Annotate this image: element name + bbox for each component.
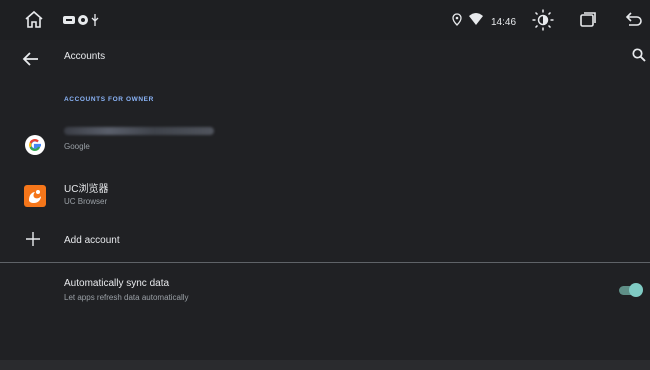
divider [0,262,650,263]
usb-icon [91,14,99,26]
settings-small-icon [78,15,88,25]
add-account-button[interactable]: Add account [0,220,650,264]
add-account-label: Add account [64,235,120,246]
account-type: UC Browser [64,197,108,206]
section-header: ACCOUNTS FOR OWNER [64,96,154,103]
auto-sync-title: Automatically sync data [64,278,170,289]
recents-icon[interactable] [578,10,598,30]
account-name: UC浏览器 [64,184,109,195]
google-icon [25,135,45,155]
status-bar: 14:46 [0,0,650,40]
home-icon[interactable] [24,10,44,30]
account-row-uc-browser[interactable]: UC浏览器 UC Browser [0,174,650,218]
account-email-redacted [64,127,214,135]
auto-sync-toggle-thumb[interactable] [629,283,643,297]
account-row-google[interactable] [0,118,650,162]
account-type: Google [64,142,90,151]
brightness-icon[interactable] [531,8,555,32]
back-nav-icon[interactable] [624,10,644,30]
status-time: 14:46 [491,17,517,28]
bottom-edge [0,360,650,370]
wifi-icon [469,13,483,25]
location-icon [452,13,462,26]
search-icon[interactable] [631,47,647,63]
auto-sync-setting[interactable]: Automatically sync data Let apps refresh… [0,272,650,312]
page-title: Accounts [64,51,106,62]
auto-sync-subtitle: Let apps refresh data automatically [64,293,189,302]
uc-browser-icon [24,185,46,207]
notification-icon [63,16,75,24]
plus-icon [26,232,40,246]
arrow-back-icon[interactable] [20,48,42,70]
